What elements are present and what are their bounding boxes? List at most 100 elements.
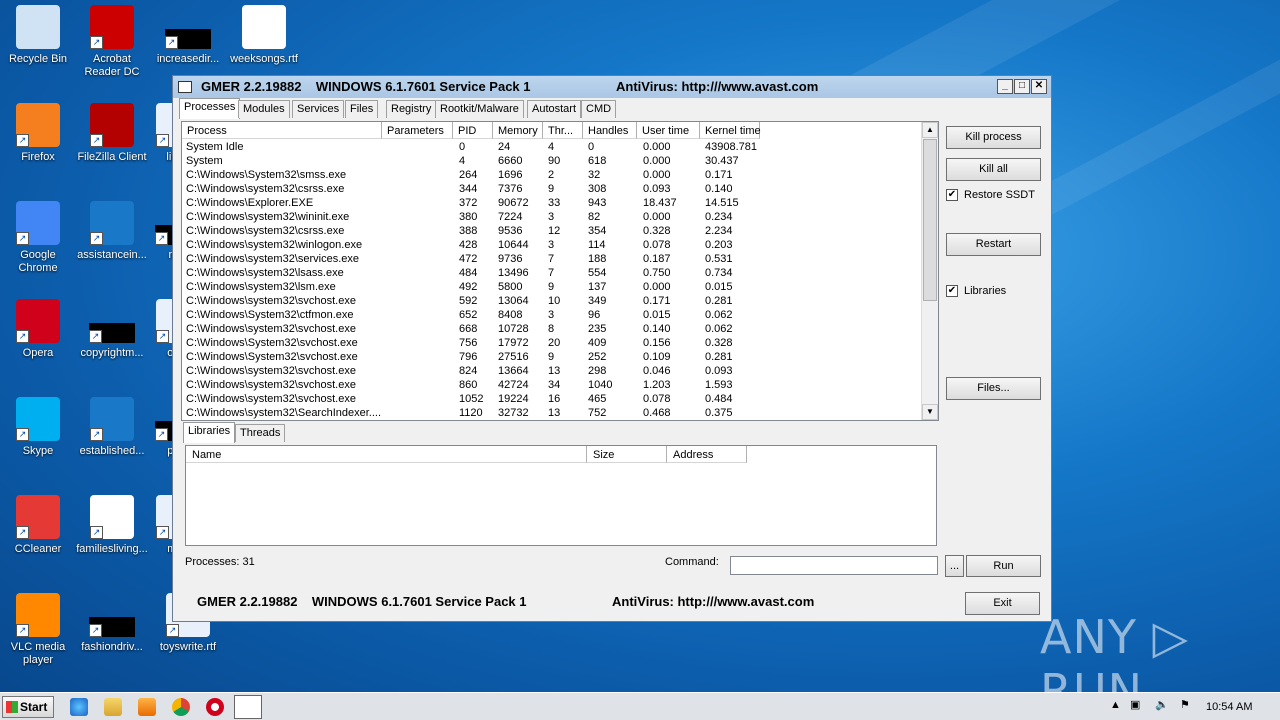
maximize-button[interactable]: □ bbox=[1014, 79, 1030, 94]
process-row[interactable]: C:\Windows\system32\csrss.exe 344 7376 9 308… bbox=[182, 183, 922, 197]
filezilla-icon: ↗ bbox=[90, 103, 134, 147]
process-kernel-cell: 0.093 bbox=[705, 365, 733, 377]
start-button[interactable]: Start bbox=[2, 696, 54, 718]
desktop-icon[interactable]: ↗ increasedir... bbox=[150, 5, 226, 66]
action-center-flag-icon[interactable]: ⚑ bbox=[1180, 698, 1190, 711]
chrome-icon[interactable] bbox=[172, 698, 190, 716]
media-player-icon[interactable] bbox=[138, 698, 156, 716]
process-kernel-cell: 43908.781 bbox=[705, 141, 757, 153]
desktop-icon[interactable]: ↗ Skype bbox=[0, 397, 76, 458]
process-threads-cell: 7 bbox=[548, 267, 555, 279]
scroll-up-icon[interactable]: ▲ bbox=[922, 122, 938, 138]
ccleaner-icon: ↗ bbox=[16, 495, 60, 539]
process-row[interactable]: System Idle 0 24 4 0 0.000 43908.781 bbox=[182, 141, 922, 155]
libraries-list[interactable]: Name Size Address bbox=[185, 445, 937, 546]
process-row[interactable]: C:\Windows\system32\svchost.exe 592 13064 1… bbox=[182, 295, 922, 309]
network-icon[interactable]: ▣ bbox=[1130, 698, 1140, 711]
col-user-time[interactable]: User time bbox=[637, 122, 700, 139]
file-explorer-icon[interactable] bbox=[104, 698, 122, 716]
lib-column-address[interactable]: Address bbox=[667, 446, 747, 463]
lib-column-name[interactable]: Name bbox=[186, 446, 587, 463]
scroll-down-icon[interactable]: ▼ bbox=[922, 404, 938, 420]
tab-processes[interactable]: Processes bbox=[179, 98, 241, 119]
file-icon: ↗ bbox=[90, 397, 134, 441]
show-hidden-icons-icon[interactable]: ▲ bbox=[1110, 699, 1121, 711]
scroll-thumb[interactable] bbox=[923, 139, 937, 301]
process-row[interactable]: C:\Windows\system32\svchost.exe 668 10728 8… bbox=[182, 323, 922, 337]
process-kernel-cell: 2.234 bbox=[705, 225, 733, 237]
kill-process-button[interactable]: Kill process bbox=[946, 126, 1041, 149]
process-user-cell: 0.156 bbox=[643, 337, 671, 349]
desktop-icon[interactable]: Recycle Bin bbox=[0, 5, 76, 66]
process-row[interactable]: C:\Windows\system32\lsm.exe 492 5800 9 137 0.… bbox=[182, 281, 922, 295]
desktop-icon[interactable]: ↗ established... bbox=[74, 397, 150, 458]
restore-ssdt-checkbox[interactable]: ✔ Restore SSDT bbox=[946, 189, 1035, 202]
col-process[interactable]: Process bbox=[182, 122, 382, 139]
col-pid[interactable]: PID bbox=[453, 122, 493, 139]
gmer-taskbar-icon[interactable] bbox=[234, 695, 262, 719]
opera-icon[interactable] bbox=[206, 698, 224, 716]
desktop-icon[interactable]: ↗ fashiondriv... bbox=[74, 593, 150, 654]
restart-button[interactable]: Restart bbox=[946, 233, 1041, 256]
desktop-icon[interactable]: ↗ VLC media player bbox=[0, 593, 76, 667]
col-kernel-time[interactable]: Kernel time bbox=[700, 122, 761, 139]
process-row[interactable]: C:\Windows\system32\wininit.exe 380 7224 3 8… bbox=[182, 211, 922, 225]
desktop-icon[interactable]: ↗ Google Chrome bbox=[0, 201, 76, 275]
process-row[interactable]: C:\Windows\system32\lsass.exe 484 13496 7 55… bbox=[182, 267, 922, 281]
process-row[interactable]: C:\Windows\System32\ctfmon.exe 652 8408 3 96… bbox=[182, 309, 922, 323]
col-memory[interactable]: Memory bbox=[493, 122, 543, 139]
close-button[interactable]: ✕ bbox=[1031, 79, 1047, 94]
process-row[interactable]: C:\Windows\System32\smss.exe 264 1696 2 32 0.… bbox=[182, 169, 922, 183]
desktop-icon[interactable]: ↗ CCleaner bbox=[0, 495, 76, 556]
process-row[interactable]: System 4 6660 90 618 0.000 30.437 bbox=[182, 155, 922, 169]
browse-button[interactable]: ... bbox=[945, 555, 964, 577]
process-row[interactable]: C:\Windows\system32\svchost.exe 1052 19224… bbox=[182, 393, 922, 407]
tab-files[interactable]: Files bbox=[345, 100, 379, 118]
lib-column-size[interactable]: Size bbox=[587, 446, 667, 463]
tab-cmd[interactable]: CMD bbox=[581, 100, 617, 118]
title-bar[interactable]: GMER 2.2.19882 WINDOWS 6.1.7601 Service … bbox=[173, 76, 1051, 98]
clock[interactable]: 10:54 AM bbox=[1206, 701, 1252, 713]
tab-services[interactable]: Services bbox=[292, 100, 345, 118]
desktop-icon[interactable]: ↗ assistancein... bbox=[74, 201, 150, 262]
process-handles-cell: 188 bbox=[588, 253, 607, 265]
tab-modules[interactable]: Modules bbox=[238, 100, 290, 118]
minimize-button[interactable]: _ bbox=[997, 79, 1013, 94]
process-list[interactable]: Process Parameters PID Memory Thr... Handles U… bbox=[181, 121, 939, 421]
col-parameters[interactable]: Parameters bbox=[382, 122, 453, 139]
desktop-icon[interactable]: ↗ FileZilla Client bbox=[74, 103, 150, 164]
tab-threads[interactable]: Threads bbox=[235, 424, 286, 442]
process-row[interactable]: C:\Windows\System32\svchost.exe 756 17972 2… bbox=[182, 337, 922, 351]
tab-rootkit-malware[interactable]: Rootkit/Malware bbox=[435, 100, 524, 118]
process-list-scrollbar[interactable]: ▲ ▼ bbox=[921, 122, 938, 420]
command-input[interactable] bbox=[730, 556, 938, 575]
files-button[interactable]: Files... bbox=[946, 377, 1041, 400]
desktop-icon[interactable]: weeksongs.rtf bbox=[226, 5, 302, 66]
process-row[interactable]: C:\Windows\system32\SearchIndexer.... 112… bbox=[182, 407, 922, 420]
libraries-checkbox[interactable]: ✔ Libraries bbox=[946, 285, 1006, 298]
desktop-icon[interactable]: ↗ Firefox bbox=[0, 103, 76, 164]
desktop-icon[interactable]: ↗ copyrightm... bbox=[74, 299, 150, 360]
desktop-icon[interactable]: ↗ Acrobat Reader DC bbox=[74, 5, 150, 79]
tab-libraries[interactable]: Libraries bbox=[183, 422, 236, 443]
process-threads-cell: 12 bbox=[548, 225, 561, 237]
col-threads[interactable]: Thr... bbox=[543, 122, 583, 139]
process-row[interactable]: C:\Windows\System32\svchost.exe 796 27516 9… bbox=[182, 351, 922, 365]
process-row[interactable]: C:\Windows\Explorer.EXE 372 90672 33 943 18.4… bbox=[182, 197, 922, 211]
desktop-icon[interactable]: ↗ Opera bbox=[0, 299, 76, 360]
process-row[interactable]: C:\Windows\system32\svchost.exe 824 13664 1… bbox=[182, 365, 922, 379]
tab-registry[interactable]: Registry bbox=[386, 100, 437, 118]
tab-autostart[interactable]: Autostart bbox=[527, 100, 582, 118]
run-button[interactable]: Run bbox=[966, 555, 1041, 577]
process-row[interactable]: C:\Windows\system32\csrss.exe 388 9536 12 35… bbox=[182, 225, 922, 239]
kill-all-button[interactable]: Kill all bbox=[946, 158, 1041, 181]
internet-explorer-icon[interactable] bbox=[70, 698, 88, 716]
desktop-icon-label: toyswrite.rtf bbox=[159, 641, 217, 653]
process-row[interactable]: C:\Windows\system32\svchost.exe 860 42724 3… bbox=[182, 379, 922, 393]
desktop-icon[interactable]: ↗ familiesliving... bbox=[74, 495, 150, 556]
col-handles[interactable]: Handles bbox=[583, 122, 637, 139]
process-row[interactable]: C:\Windows\system32\winlogon.exe 428 10644… bbox=[182, 239, 922, 253]
process-row[interactable]: C:\Windows\system32\services.exe 472 9736 7… bbox=[182, 253, 922, 267]
volume-icon[interactable]: 🔈 bbox=[1155, 698, 1169, 711]
exit-button[interactable]: Exit bbox=[965, 592, 1040, 615]
